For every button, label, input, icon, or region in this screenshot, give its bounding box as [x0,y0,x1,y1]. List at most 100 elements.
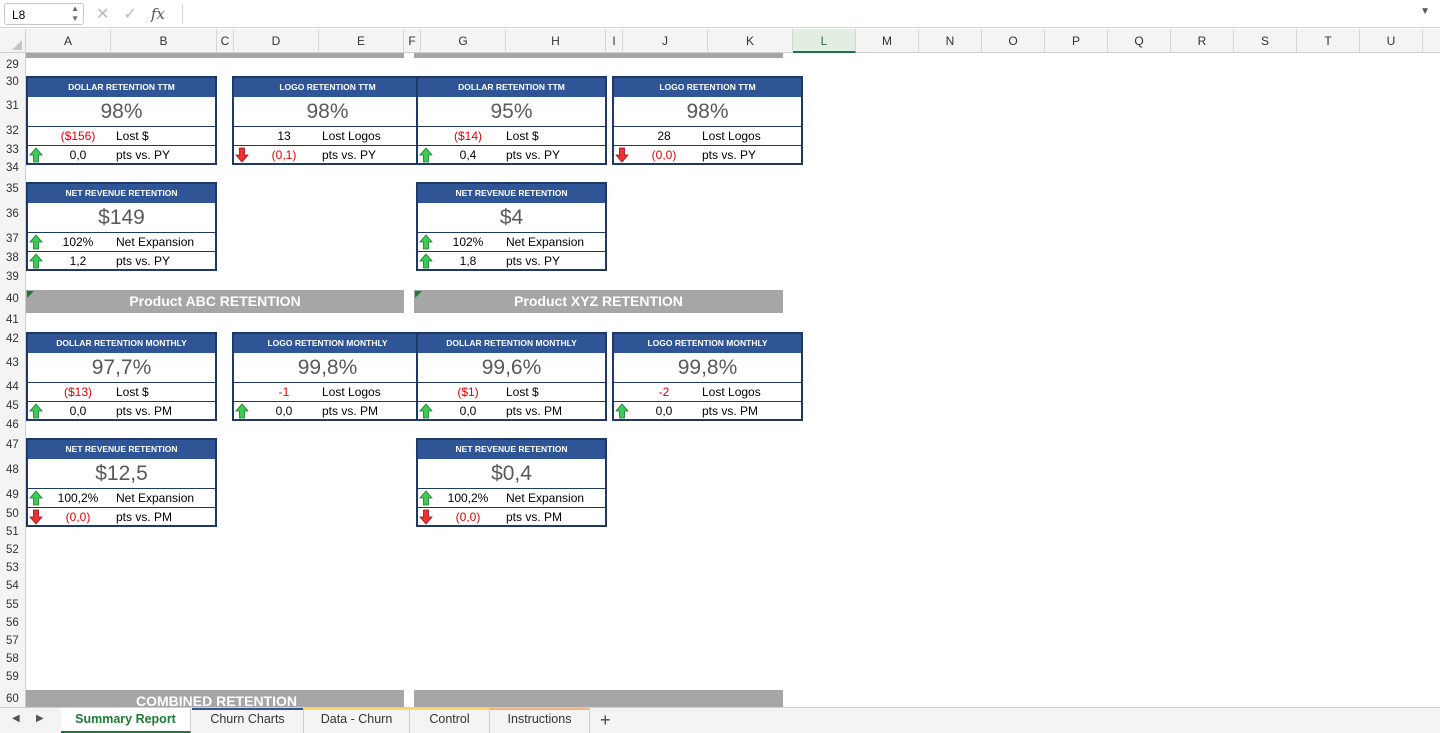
column-header-e[interactable]: E [319,29,404,53]
column-header-a[interactable]: A [26,29,111,53]
kpi-card-value: 95% [418,97,605,127]
kpi-card-value: $12,5 [28,459,215,489]
kpi-metric-label: Net Expansion [116,235,195,249]
column-header-f[interactable]: F [404,29,421,53]
row-header-44[interactable]: 44 [0,381,26,393]
formula-expand-icon[interactable]: ▼ [1420,6,1430,17]
row-header-54[interactable]: 54 [0,580,26,592]
sheet-tab-data-churn[interactable]: Data - Churn [304,708,410,733]
select-all-corner[interactable] [0,29,26,53]
row-header-31[interactable]: 31 [0,100,26,112]
kpi-card-net-revenue-retention[interactable]: NET REVENUE RETENTION $0,4 100,2% Net Expan… [416,438,607,527]
column-header-i[interactable]: I [606,29,623,53]
kpi-metric-value: ($13) [63,385,92,399]
row-header-46[interactable]: 46 [0,419,26,431]
column-header-c[interactable]: C [217,29,234,53]
row-header-51[interactable]: 51 [0,526,26,538]
function-icon[interactable]: fx [151,5,165,23]
row-header-48[interactable]: 48 [0,464,26,476]
sheet-tab-control[interactable]: Control [410,708,490,733]
row-header-59[interactable]: 59 [0,671,26,683]
column-header-l[interactable]: L [793,29,856,53]
column-header-d[interactable]: D [234,29,319,53]
kpi-metric-value: 0,0 [275,404,293,418]
row-header-32[interactable]: 32 [0,125,26,137]
row-header-52[interactable]: 52 [0,544,26,556]
row-header-36[interactable]: 36 [0,208,26,220]
row-header-49[interactable]: 49 [0,489,26,501]
kpi-card-row1: 100,2% Net Expansion [418,489,605,507]
column-header-r[interactable]: R [1171,29,1234,53]
row-header-43[interactable]: 43 [0,357,26,369]
column-header-m[interactable]: M [856,29,919,53]
column-header-b[interactable]: B [111,29,217,53]
kpi-card-value: 98% [234,97,421,127]
row-header-53[interactable]: 53 [0,562,26,574]
column-header-h[interactable]: H [506,29,606,53]
column-header-s[interactable]: S [1234,29,1297,53]
kpi-card-dollar-retention-monthly[interactable]: DOLLAR RETENTION MONTHLY 99,6% ($1) Lost $ 0… [416,332,607,421]
kpi-card-net-revenue-retention[interactable]: NET REVENUE RETENTION $4 102% Net Expansion… [416,182,607,271]
arrow-up-icon [419,490,433,506]
kpi-metric-label: Net Expansion [116,491,195,505]
name-box-stepper-icon[interactable]: ▲ ▼ [71,4,79,24]
kpi-card-title: NET REVENUE RETENTION [28,184,215,203]
row-header-42[interactable]: 42 [0,333,26,345]
kpi-card-dollar-retention-ttm[interactable]: DOLLAR RETENTION TTM 95% ($14) Lost $ 0,4 pts… [416,76,607,165]
row-header-50[interactable]: 50 [0,508,26,520]
row-header-33[interactable]: 33 [0,144,26,156]
sheet-tab-summary-report[interactable]: Summary Report [61,708,191,733]
column-header-t[interactable]: T [1297,29,1360,53]
kpi-metric-label: pts vs. PY [702,148,757,162]
row-header-29[interactable]: 29 [0,59,26,71]
column-header-n[interactable]: N [919,29,982,53]
sheet-tab-instructions[interactable]: Instructions [490,708,590,733]
kpi-card-net-revenue-retention[interactable]: NET REVENUE RETENTION $149 102% Net Expansi… [26,182,217,271]
band-product-abc: Product ABC RETENTION [26,290,404,313]
kpi-metric-label: pts vs. PY [506,148,561,162]
kpi-card-value: 98% [614,97,801,127]
tab-scroll-left-icon[interactable]: ◀ [12,713,20,724]
kpi-card-row1: ($14) Lost $ [418,127,605,145]
row-header-58[interactable]: 58 [0,653,26,665]
column-header-j[interactable]: J [623,29,708,53]
row-header-30[interactable]: 30 [0,76,26,88]
cancel-icon[interactable]: ✕ [96,4,109,24]
kpi-card-logo-retention-monthly[interactable]: LOGO RETENTION MONTHLY 99,8% -2 Lost Logos 0… [612,332,803,421]
row-header-60[interactable]: 60 [0,693,26,705]
row-header-47[interactable]: 47 [0,439,26,451]
column-header-q[interactable]: Q [1108,29,1171,53]
add-sheet-button[interactable]: + [600,710,611,731]
column-header-g[interactable]: G [421,29,506,53]
band-divider [404,293,414,310]
kpi-card-logo-retention-ttm[interactable]: LOGO RETENTION TTM 98% 13 Lost Logos (0,1) pt… [232,76,423,165]
row-header-41[interactable]: 41 [0,314,26,326]
row-header-56[interactable]: 56 [0,617,26,629]
confirm-icon[interactable]: ✓ [123,4,136,24]
sheet-grid[interactable]: Product ABC RETENTION Product XYZ RETENT… [26,53,1440,707]
row-header-38[interactable]: 38 [0,252,26,264]
column-header-p[interactable]: P [1045,29,1108,53]
row-header-40[interactable]: 40 [0,293,26,305]
tab-scroll-right-icon[interactable]: ▶ [36,713,44,724]
row-header-37[interactable]: 37 [0,233,26,245]
name-box-value: L8 [12,8,26,22]
column-header-k[interactable]: K [708,29,793,53]
kpi-metric-value: (0,0) [65,510,91,524]
row-header-39[interactable]: 39 [0,271,26,283]
row-header-34[interactable]: 34 [0,162,26,174]
kpi-card-logo-retention-monthly[interactable]: LOGO RETENTION MONTHLY 99,8% -1 Lost Logos 0… [232,332,423,421]
kpi-card-dollar-retention-monthly[interactable]: DOLLAR RETENTION MONTHLY 97,7% ($13) Lost $… [26,332,217,421]
row-header-45[interactable]: 45 [0,400,26,412]
kpi-card-net-revenue-retention[interactable]: NET REVENUE RETENTION $12,5 100,2% Net Expa… [26,438,217,527]
row-header-35[interactable]: 35 [0,183,26,195]
column-header-u[interactable]: U [1360,29,1423,53]
kpi-card-logo-retention-ttm[interactable]: LOGO RETENTION TTM 98% 28 Lost Logos (0,0) pt… [612,76,803,165]
name-box[interactable]: L8 ▲ ▼ [4,3,84,25]
sheet-tab-churn-charts[interactable]: Churn Charts [192,708,304,733]
formula-separator [182,4,183,24]
row-header-57[interactable]: 57 [0,635,26,647]
row-header-55[interactable]: 55 [0,599,26,611]
column-header-o[interactable]: O [982,29,1045,53]
kpi-card-dollar-retention-ttm[interactable]: DOLLAR RETENTION TTM 98% ($156) Lost $ 0,0 pt… [26,76,217,165]
